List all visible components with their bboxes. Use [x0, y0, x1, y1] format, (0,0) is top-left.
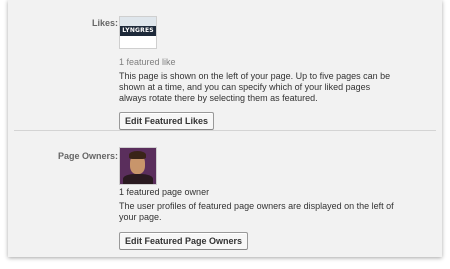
page-owners-label: Page Owners:	[57, 151, 118, 161]
featured-owners-count: 1 featured page owner	[119, 187, 210, 197]
likes-label: Likes:	[91, 18, 118, 28]
edit-featured-page-owners-button[interactable]: Edit Featured Page Owners	[119, 232, 249, 250]
likes-description: This page is shown on the left of your p…	[119, 71, 391, 103]
likes-section: Likes: LYNGRES 1 featured like This page…	[8, 0, 442, 130]
page-owners-content: 1 featured page owner The user profiles …	[119, 147, 399, 250]
likes-content: LYNGRES 1 featured like This page is sho…	[119, 16, 399, 130]
thumbnail-logo-text: LYNGRES	[122, 27, 154, 34]
thumbnail-sky	[120, 17, 156, 26]
edit-featured-likes-button[interactable]: Edit Featured Likes	[119, 112, 215, 130]
settings-panel: Likes: LYNGRES 1 featured like This page…	[8, 0, 442, 257]
featured-likes-count: 1 featured like	[119, 57, 176, 67]
avatar-hair	[129, 151, 146, 159]
featured-like-thumbnail[interactable]: LYNGRES	[119, 16, 157, 49]
page-owners-section: Page Owners: 1 featured page owner The u…	[8, 131, 442, 257]
page-owners-description: The user profiles of featured page owner…	[119, 201, 394, 222]
featured-owner-avatar[interactable]	[119, 147, 157, 185]
avatar-shoulders	[123, 174, 153, 184]
